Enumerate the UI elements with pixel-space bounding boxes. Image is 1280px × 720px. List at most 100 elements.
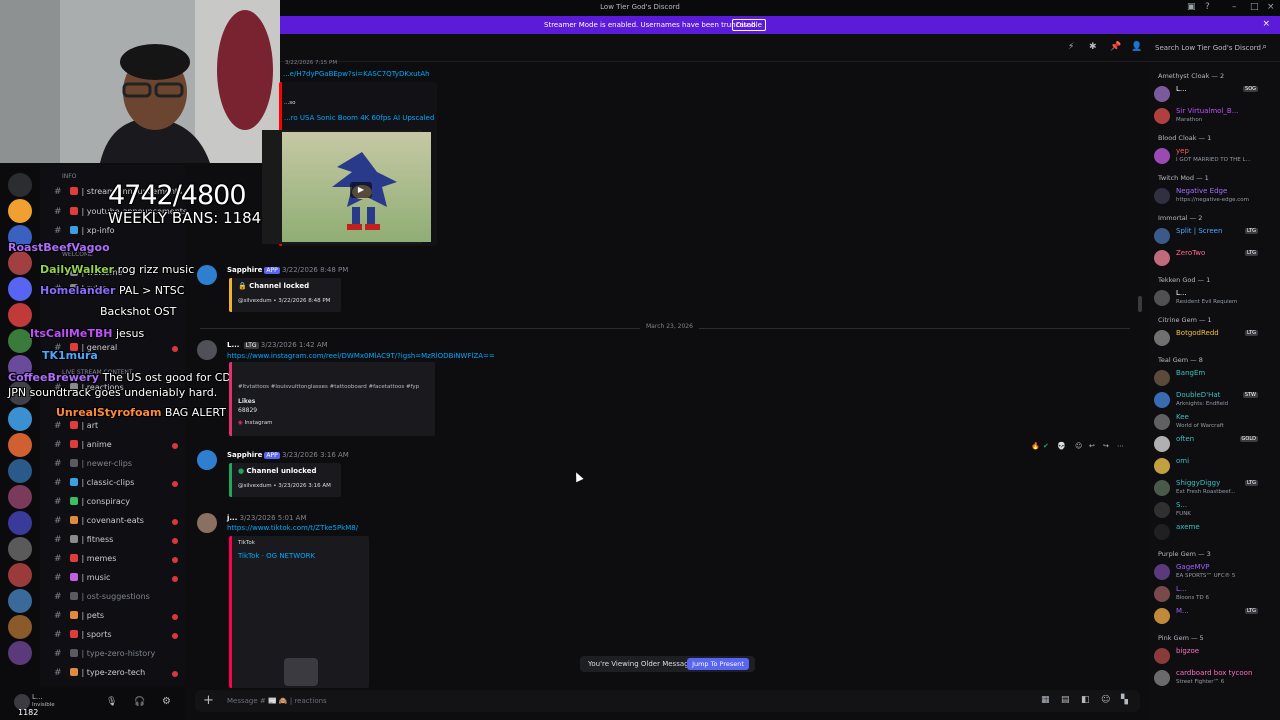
channel-item[interactable]: # | xp-info xyxy=(54,226,115,241)
server-icon[interactable] xyxy=(8,199,32,223)
channel-item[interactable]: # | ost-suggestions xyxy=(54,592,150,607)
reaction-icon[interactable]: ✔ xyxy=(1043,442,1049,450)
channel-item[interactable]: # | memes xyxy=(54,554,178,569)
channel-item[interactable]: # | type-zero-tech xyxy=(54,668,178,683)
message-scrollbar[interactable] xyxy=(1138,296,1142,312)
channel-category[interactable]: INFO xyxy=(62,173,76,188)
server-icon[interactable] xyxy=(8,407,32,431)
apps-icon[interactable]: ▚ xyxy=(1121,695,1128,705)
forward-icon[interactable]: ↪ xyxy=(1103,442,1109,450)
message-author[interactable]: L... xyxy=(227,341,239,349)
notification-settings-icon[interactable]: ✱ xyxy=(1089,43,1098,52)
channel-item[interactable]: # | fitness xyxy=(54,535,178,550)
avatar[interactable] xyxy=(197,265,217,285)
server-icon[interactable] xyxy=(8,589,32,613)
server-icon[interactable] xyxy=(8,251,32,275)
channel-item[interactable]: # | type-zero-history xyxy=(54,649,155,664)
channel-item[interactable]: # | covenant-eats xyxy=(54,516,178,531)
server-icon[interactable] xyxy=(8,459,32,483)
member-item[interactable]: L... SOG xyxy=(1154,84,1280,104)
emoji-icon[interactable]: ☺ xyxy=(1101,695,1110,705)
member-item[interactable]: Kee World of Warcraft xyxy=(1154,412,1280,432)
inbox-icon[interactable]: ▣ xyxy=(1187,2,1196,12)
channel-item[interactable]: # | music xyxy=(54,573,178,588)
message-link[interactable]: ...e/H7dyPGaBEpw?si=KASC7QTyDKxutAh xyxy=(283,70,430,78)
member-item[interactable]: S... FUNK xyxy=(1154,500,1280,520)
server-icon[interactable] xyxy=(8,173,32,197)
message-author[interactable]: j... xyxy=(227,514,237,522)
member-item[interactable]: Sir Virtualmol_B... Marathon xyxy=(1154,106,1280,126)
server-icon[interactable] xyxy=(8,615,32,639)
member-item[interactable]: L... Resident Evil Requiem xyxy=(1154,288,1280,308)
message-composer[interactable]: + Message # 📰 🙈 | reactions ▦ ▤ ◧ ☺ ▚ xyxy=(195,690,1140,712)
member-list-icon[interactable]: 👤 xyxy=(1131,43,1142,52)
reaction-icon[interactable]: 💀 xyxy=(1057,442,1066,450)
channel-item[interactable]: # | anime xyxy=(54,440,178,455)
avatar[interactable] xyxy=(197,450,217,470)
member-item[interactable]: GageMVP EA SPORTS™ UFC® 5 xyxy=(1154,562,1280,582)
attach-plus-icon[interactable]: + xyxy=(203,693,214,708)
message-link[interactable]: https://www.instagram.com/reel/DWMx0MlAC… xyxy=(227,352,495,360)
video-thumbnail[interactable]: ▶ xyxy=(262,130,431,244)
server-icon[interactable] xyxy=(8,329,32,353)
minimize-icon[interactable]: – xyxy=(1232,2,1237,12)
member-item[interactable]: ZeroTwo LTG xyxy=(1154,248,1280,268)
jump-to-present-button[interactable]: Jump To Present xyxy=(687,658,749,670)
server-icon[interactable] xyxy=(8,485,32,509)
disable-streamer-mode-button[interactable]: Disable xyxy=(732,19,766,31)
embed-title[interactable]: TikTok · OG NETWORK xyxy=(238,552,315,560)
member-item[interactable]: BotgodRedd LTG xyxy=(1154,328,1280,348)
gift-icon[interactable]: ▦ xyxy=(1041,695,1050,705)
gif-icon[interactable]: ▤ xyxy=(1061,695,1070,705)
server-icon[interactable] xyxy=(8,303,32,327)
member-item[interactable]: BangEm xyxy=(1154,368,1280,388)
member-item[interactable]: cardboard box tycoon Street Fighter™ 6 xyxy=(1154,668,1280,688)
message-author[interactable]: Sapphire xyxy=(227,266,262,274)
member-item[interactable]: Negative Edge https://negative-edge.com xyxy=(1154,186,1280,206)
message-author[interactable]: Sapphire xyxy=(227,451,262,459)
channel-item[interactable]: # | newer-clips xyxy=(54,459,132,474)
channel-item[interactable]: # | sports xyxy=(54,630,178,645)
play-button-icon[interactable]: ▶ xyxy=(350,182,372,198)
help-icon[interactable]: ? xyxy=(1205,2,1210,12)
member-item[interactable]: Split | Screen LTG xyxy=(1154,226,1280,246)
embed-title[interactable]: ...ro USA Sonic Boom 4K 60fps AI Upscale… xyxy=(284,114,434,122)
message-link[interactable]: https://www.tiktok.com/t/ZTke5PkM8/ xyxy=(227,524,358,532)
member-item[interactable]: ShiggyDiggy LTG Ext Fresh Roastbeef... xyxy=(1154,478,1280,498)
member-item[interactable]: omi xyxy=(1154,456,1280,476)
server-icon[interactable] xyxy=(8,563,32,587)
channel-item[interactable]: # | pets xyxy=(54,611,178,626)
reply-icon[interactable]: ↩ xyxy=(1089,442,1095,450)
close-window-icon[interactable]: × xyxy=(1267,2,1275,12)
channel-item[interactable]: # | classic-clips xyxy=(54,478,178,493)
member-item[interactable]: M... LTG xyxy=(1154,606,1280,626)
channel-item[interactable]: # | art xyxy=(54,421,98,436)
headphones-icon[interactable]: 🎧 xyxy=(134,697,145,707)
avatar[interactable] xyxy=(197,340,217,360)
member-item[interactable]: DoubleD'Hat STW Arknights: Endfield xyxy=(1154,390,1280,410)
search-input[interactable]: Search Low Tier God's Discord xyxy=(1152,41,1274,55)
microphone-icon[interactable]: 🎙 xyxy=(106,697,117,707)
avatar[interactable] xyxy=(197,513,217,533)
sticker-icon[interactable]: ◧ xyxy=(1081,695,1090,705)
member-item[interactable]: axeme xyxy=(1154,522,1280,542)
member-item[interactable]: often GOLD xyxy=(1154,434,1280,454)
add-reaction-icon[interactable]: ☺ xyxy=(1075,442,1082,450)
more-icon[interactable]: ⋯ xyxy=(1117,442,1124,450)
close-banner-icon[interactable]: × xyxy=(1262,19,1270,29)
server-icon[interactable] xyxy=(8,537,32,561)
server-icon[interactable] xyxy=(8,277,32,301)
channel-item[interactable]: # | conspiracy xyxy=(54,497,130,512)
server-icon[interactable] xyxy=(8,511,32,535)
member-item[interactable]: L... Bloons TD 6 xyxy=(1154,584,1280,604)
settings-gear-icon[interactable]: ⚙ xyxy=(162,696,171,707)
member-item[interactable]: bigzoe xyxy=(1154,646,1280,666)
member-item[interactable]: yep I GOT MARRIED TO THE L... xyxy=(1154,146,1280,166)
server-icon[interactable] xyxy=(8,433,32,457)
server-icon[interactable] xyxy=(8,641,32,665)
threads-icon[interactable]: ⚡ xyxy=(1068,43,1077,52)
maximize-icon[interactable]: □ xyxy=(1250,2,1259,12)
reaction-icon[interactable]: 🔥 xyxy=(1031,442,1040,450)
pinned-messages-icon[interactable]: 📌 xyxy=(1110,43,1121,52)
video-thumbnail[interactable] xyxy=(284,658,318,686)
